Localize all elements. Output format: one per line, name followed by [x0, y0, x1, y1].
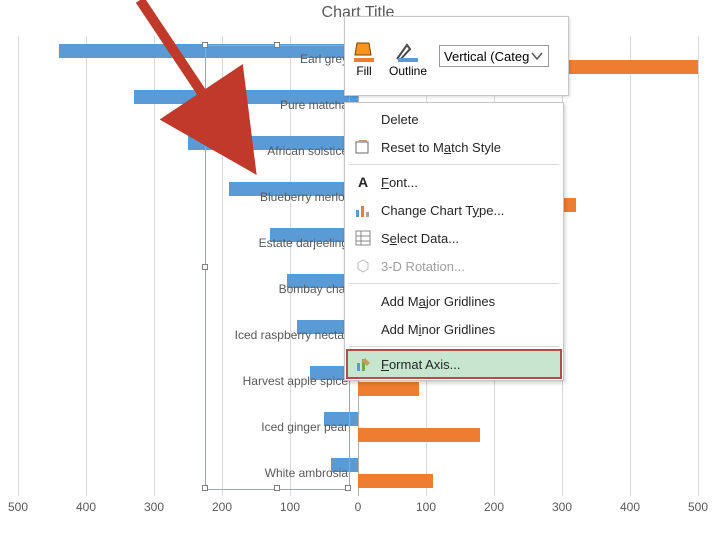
outline-label: Outline — [389, 64, 427, 78]
x-tick-label: 300 — [144, 500, 164, 514]
category-label[interactable]: Estate darjeeling — [259, 236, 348, 250]
x-axis[interactable]: 500 400 300 200 100 0 100 200 300 400 500 — [0, 500, 716, 520]
category-label[interactable]: Bombay chai — [279, 282, 348, 296]
fill-icon — [351, 35, 377, 63]
bar-row: Iced ginger pear — [0, 404, 716, 450]
x-tick-label: 500 — [688, 500, 708, 514]
category-label[interactable]: Pure matcha — [280, 98, 348, 112]
bar-orange[interactable] — [358, 382, 419, 396]
x-tick-label: 200 — [212, 500, 232, 514]
chart-type-icon — [353, 200, 373, 220]
x-tick-label: 200 — [484, 500, 504, 514]
x-tick-label: 100 — [416, 500, 436, 514]
menu-separator — [349, 283, 559, 284]
menu-label: Change Chart Type... — [381, 203, 504, 218]
menu-label: 3-D Rotation... — [381, 259, 465, 274]
fill-label: Fill — [356, 64, 371, 78]
menu-label: Font... — [381, 175, 418, 190]
category-label[interactable]: White ambrosia — [265, 466, 348, 480]
category-label[interactable]: Iced raspberry nectar — [235, 328, 348, 342]
category-label[interactable]: Harvest apple spice — [243, 374, 348, 388]
menu-delete[interactable]: Delete — [347, 105, 561, 133]
axis-select-dropdown[interactable]: Vertical (Categ — [439, 45, 549, 67]
bar-orange[interactable] — [358, 428, 480, 442]
x-tick-label: 500 — [8, 500, 28, 514]
category-label[interactable]: African solstice — [267, 144, 348, 158]
menu-font[interactable]: A Font... — [347, 168, 561, 196]
menu-label: Delete — [381, 112, 419, 127]
category-label[interactable]: Iced ginger pear — [261, 420, 348, 434]
context-menu: Delete Reset to Match Style A Font... Ch… — [344, 102, 564, 381]
font-icon: A — [353, 172, 373, 192]
menu-label: Select Data... — [381, 231, 459, 246]
rotation-icon — [353, 256, 373, 276]
x-tick-label: 300 — [552, 500, 572, 514]
x-tick-label: 400 — [76, 500, 96, 514]
chevron-down-icon — [530, 49, 544, 63]
bar-row: White ambrosia — [0, 450, 716, 496]
mini-toolbar: Fill Outline Vertical (Categ — [344, 16, 569, 96]
outline-button[interactable]: Outline — [389, 35, 427, 78]
menu-select-data[interactable]: Select Data... — [347, 224, 561, 252]
menu-label: Add Minor Gridlines — [381, 322, 495, 337]
reset-icon — [353, 137, 373, 157]
category-label[interactable]: Earl grey — [300, 52, 348, 66]
menu-separator — [349, 346, 559, 347]
x-tick-label: 0 — [355, 500, 362, 514]
x-tick-label: 400 — [620, 500, 640, 514]
x-tick-label: 100 — [280, 500, 300, 514]
menu-label: Reset to Match Style — [381, 140, 501, 155]
menu-add-minor-gridlines[interactable]: Add Minor Gridlines — [347, 315, 561, 343]
menu-reset[interactable]: Reset to Match Style — [347, 133, 561, 161]
bar-orange[interactable] — [358, 474, 433, 488]
format-axis-icon — [353, 354, 373, 374]
menu-3d-rotation: 3-D Rotation... — [347, 252, 561, 280]
menu-change-chart-type[interactable]: Change Chart Type... — [347, 196, 561, 224]
fill-button[interactable]: Fill — [351, 35, 377, 78]
dropdown-value: Vertical (Categ — [444, 49, 529, 64]
menu-format-axis[interactable]: Format Axis... — [347, 350, 561, 378]
menu-label: Format Axis... — [381, 357, 460, 372]
outline-icon — [389, 35, 427, 63]
menu-label: Add Major Gridlines — [381, 294, 495, 309]
category-label[interactable]: Blueberry merlot — [260, 190, 348, 204]
menu-add-major-gridlines[interactable]: Add Major Gridlines — [347, 287, 561, 315]
select-data-icon — [353, 228, 373, 248]
menu-separator — [349, 164, 559, 165]
